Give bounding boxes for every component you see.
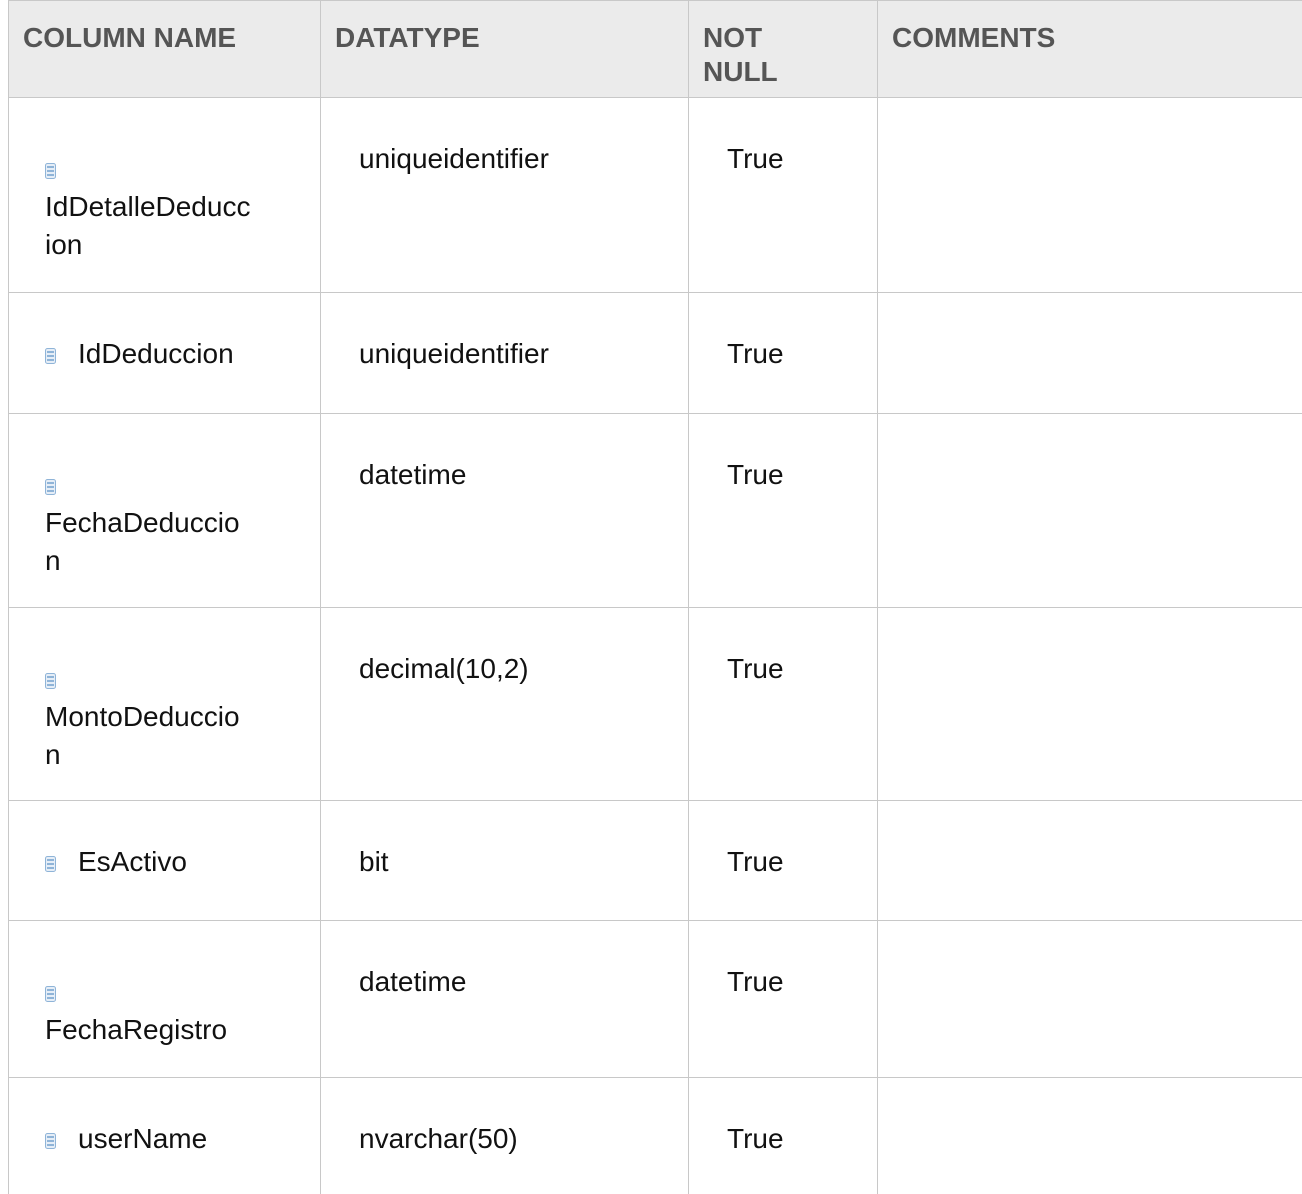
column-name-line2: ion — [45, 229, 83, 260]
comments-header: COMMENTS — [877, 0, 1302, 98]
comments-cell — [877, 800, 1302, 921]
not-null-cell: True — [688, 1077, 878, 1194]
not-null-cell: True — [688, 413, 878, 608]
column-icon — [45, 986, 56, 1002]
column-name-cell: IdDeduccion — [8, 292, 321, 414]
table-row: IdDetalleDeducc ion uniqueidentifier Tru… — [8, 97, 1302, 293]
column-name-line1: FechaDeduccio — [45, 507, 240, 538]
table-row: MontoDeduccio n decimal(10,2) True — [8, 607, 1302, 801]
comments-cell — [877, 1077, 1302, 1194]
column-icon — [45, 1133, 56, 1149]
column-name-line1: FechaRegistro — [45, 1014, 228, 1045]
not-null-cell: True — [688, 607, 878, 801]
column-icon — [45, 673, 56, 689]
column-name-line1: MontoDeduccio — [45, 701, 240, 732]
comments-cell — [877, 607, 1302, 801]
table-row: FechaDeduccio n datetime True — [8, 413, 1302, 608]
column-name-line1: userName — [78, 1123, 208, 1154]
not-null-cell: True — [688, 292, 878, 414]
column-name-cell: MontoDeduccio n — [8, 607, 321, 801]
columns-table: COLUMN NAME DATATYPE NOT NULL COMMENTS Id… — [8, 0, 1302, 1194]
column-name-line2: n — [45, 545, 61, 576]
column-icon — [45, 348, 56, 364]
datatype-cell: uniqueidentifier — [320, 97, 689, 293]
datatype-cell: datetime — [320, 920, 689, 1078]
table-row: userName nvarchar(50) True — [8, 1077, 1302, 1194]
column-name-line1: IdDetalleDeducc — [45, 191, 251, 222]
comments-cell — [877, 97, 1302, 293]
column-icon — [45, 479, 56, 495]
not-null-header: NOT NULL — [688, 0, 878, 98]
column-icon — [45, 163, 56, 179]
datatype-header: DATATYPE — [320, 0, 689, 98]
table-row: IdDeduccion uniqueidentifier True — [8, 292, 1302, 414]
datatype-cell: datetime — [320, 413, 689, 608]
datatype-cell: nvarchar(50) — [320, 1077, 689, 1194]
column-name-line1: IdDeduccion — [78, 338, 234, 369]
column-name-cell: FechaDeduccio n — [8, 413, 321, 608]
not-null-header-line2: NULL — [703, 56, 778, 87]
not-null-cell: True — [688, 920, 878, 1078]
table-row: EsActivo bit True — [8, 800, 1302, 921]
comments-cell — [877, 413, 1302, 608]
not-null-cell: True — [688, 97, 878, 293]
datatype-cell: bit — [320, 800, 689, 921]
not-null-cell: True — [688, 800, 878, 921]
column-name-cell: EsActivo — [8, 800, 321, 921]
table-header-row: COLUMN NAME DATATYPE NOT NULL COMMENTS — [8, 0, 1302, 98]
datatype-cell: decimal(10,2) — [320, 607, 689, 801]
table-row: FechaRegistro datetime True — [8, 920, 1302, 1078]
column-name-header: COLUMN NAME — [8, 0, 321, 98]
column-name-line2: n — [45, 739, 61, 770]
comments-cell — [877, 292, 1302, 414]
comments-cell — [877, 920, 1302, 1078]
not-null-header-line1: NOT — [703, 22, 763, 53]
column-icon — [45, 856, 56, 872]
column-name-cell: FechaRegistro — [8, 920, 321, 1078]
column-name-cell: IdDetalleDeducc ion — [8, 97, 321, 293]
column-name-line1: EsActivo — [78, 846, 187, 877]
datatype-cell: uniqueidentifier — [320, 292, 689, 414]
column-name-cell: userName — [8, 1077, 321, 1194]
